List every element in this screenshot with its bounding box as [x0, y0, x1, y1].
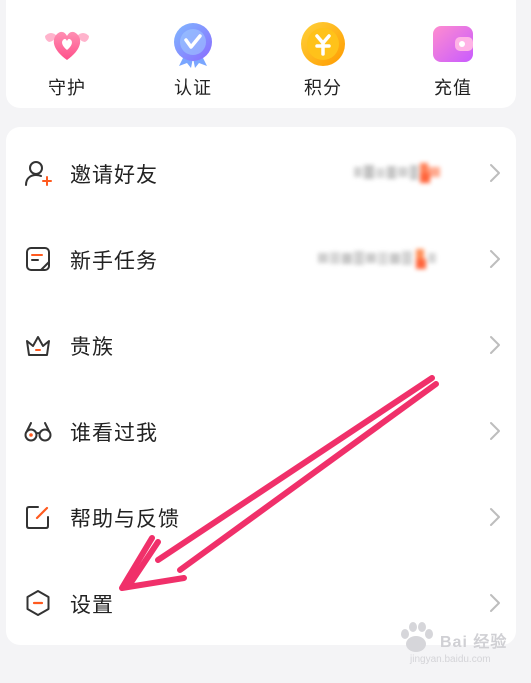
quick-action-label: 积分 — [304, 78, 342, 99]
invite-user-icon — [25, 161, 52, 186]
menu-item-invite-friends[interactable]: 邀请好友 — [6, 143, 516, 203]
quick-action-verify[interactable]: 认证 — [148, 20, 238, 100]
wallet-icon — [433, 26, 473, 62]
menu-item-label: 贵族 — [70, 335, 114, 359]
quick-action-recharge[interactable]: 充值 — [408, 20, 498, 100]
menu-item-label: 帮助与反馈 — [70, 507, 180, 531]
chevron-right-icon — [490, 336, 500, 354]
menu-card: 邀请好友 新手任务 贵族 谁看过我 帮助与反馈 设置 — [6, 127, 516, 645]
task-note-icon — [26, 247, 50, 271]
watermark-brand: Bai 经验 — [440, 634, 508, 651]
menu-item-label: 谁看过我 — [70, 421, 158, 445]
menu-item-label: 新手任务 — [70, 249, 158, 273]
watermark: Bai 经验 jingyan.baidu.com — [396, 620, 508, 676]
quick-action-label: 充值 — [434, 78, 472, 99]
redacted-value — [318, 249, 436, 269]
chevron-right-icon — [490, 164, 500, 182]
watermark-url: jingyan.baidu.com — [410, 654, 491, 665]
chevron-right-icon — [490, 422, 500, 440]
menu-item-beginner-tasks[interactable]: 新手任务 — [6, 229, 516, 289]
glasses-icon — [24, 422, 52, 442]
chevron-right-icon — [490, 508, 500, 526]
quick-action-label: 认证 — [174, 78, 212, 99]
crown-icon — [26, 336, 50, 356]
quick-action-label: 守护 — [48, 78, 86, 99]
heart-wings-icon — [45, 31, 89, 60]
menu-item-label: 设置 — [70, 593, 114, 617]
paw-logo-icon — [401, 622, 433, 652]
quick-action-guard[interactable]: 守护 — [22, 20, 112, 100]
chevron-right-icon — [490, 594, 500, 612]
settings-hex-icon — [26, 590, 50, 616]
redacted-value — [354, 163, 440, 183]
menu-item-help-feedback[interactable]: 帮助与反馈 — [6, 487, 516, 547]
menu-item-who-viewed-me[interactable]: 谁看过我 — [6, 401, 516, 461]
chevron-right-icon — [490, 250, 500, 268]
feedback-edit-icon — [26, 506, 49, 529]
menu-item-nobility[interactable]: 贵族 — [6, 315, 516, 375]
points-coin-icon — [301, 22, 345, 66]
verified-badge-icon — [174, 23, 212, 68]
quick-action-points[interactable]: 积分 — [278, 20, 368, 100]
menu-item-label: 邀请好友 — [70, 163, 158, 187]
profile-page: 守护 认证 积分 充值 邀请好友 新手任务 贵族 谁看过我 帮助与反馈 设置 B… — [0, 0, 531, 683]
quick-actions-card: 守护 认证 积分 充值 — [6, 0, 516, 108]
